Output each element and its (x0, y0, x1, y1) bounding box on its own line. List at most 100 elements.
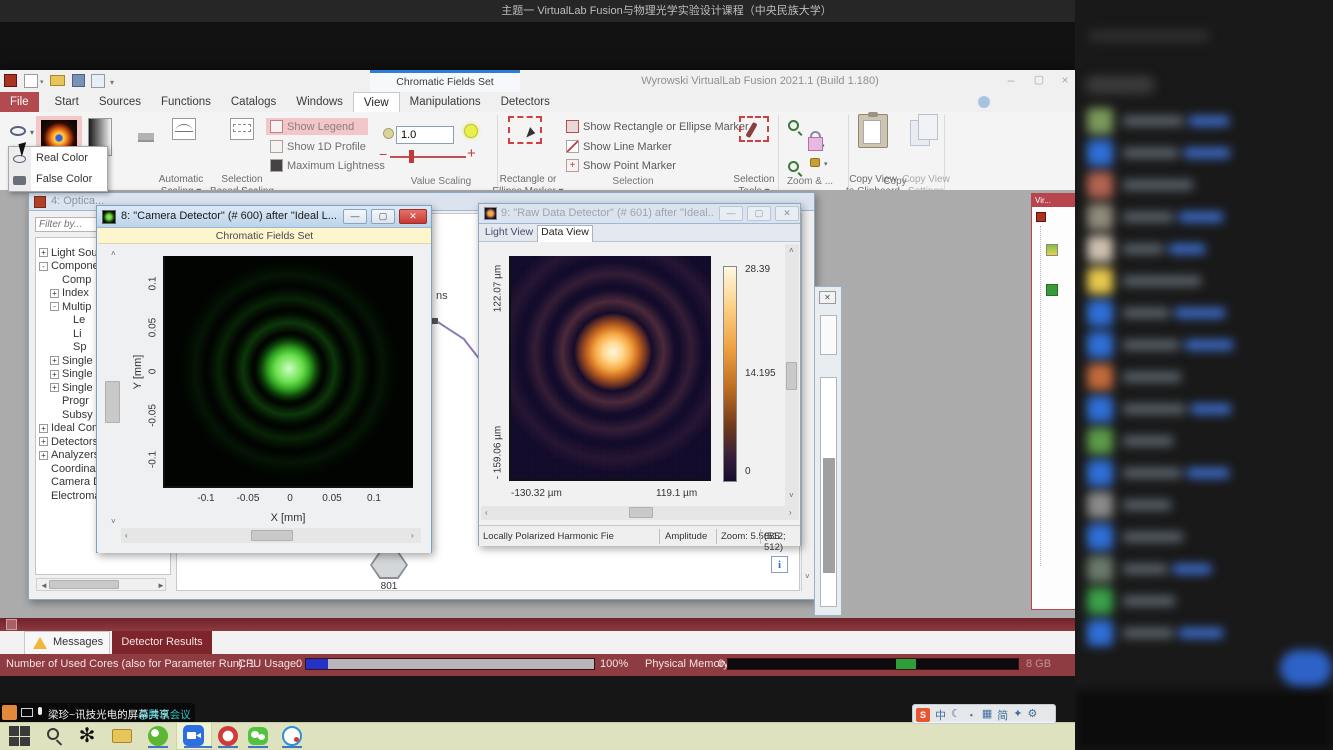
brightness-slider-track[interactable] (390, 156, 466, 158)
tab-windows[interactable]: Windows (286, 92, 353, 112)
new-document-icon[interactable] (24, 74, 38, 88)
tab-detectors[interactable]: Detectors (491, 92, 560, 112)
customize-toolbar-icon[interactable]: ▾ (110, 78, 114, 87)
qq-icon[interactable] (282, 725, 304, 747)
participant-row[interactable] (1075, 236, 1333, 264)
info-icon[interactable]: i (771, 556, 788, 573)
tree-horizontal-scrollbar[interactable]: ◄ ► (36, 578, 166, 591)
contextual-tab[interactable]: Chromatic Fields Set (370, 70, 520, 92)
copy-view-settings-icon[interactable] (910, 114, 940, 148)
ime-glyph[interactable]: ☾ (951, 707, 961, 723)
tab-sources[interactable]: Sources (89, 92, 151, 112)
tree-expander[interactable]: + (39, 424, 48, 433)
raw-detector-titlebar[interactable]: 9: "Raw Data Detector" (# 601) after "Id… (479, 204, 800, 224)
menu-item-real-color[interactable]: Real Color (36, 152, 88, 164)
share-link[interactable]: @腾讯会议 (138, 707, 191, 722)
brightness-plus[interactable]: + (467, 145, 476, 162)
scroll-right-icon[interactable]: › (411, 532, 414, 540)
tab-file[interactable]: File (0, 92, 39, 112)
tree-expander[interactable]: - (50, 302, 59, 311)
histogram-icon[interactable] (138, 128, 154, 142)
participant-row[interactable] (1075, 492, 1333, 520)
horizontal-scrollbar[interactable]: ‹ › (121, 528, 421, 543)
tab-data-view[interactable]: Data View (537, 225, 593, 242)
scroll-up-icon[interactable]: ˄ (111, 250, 116, 258)
red-app-icon[interactable] (218, 725, 240, 747)
rectangle-ellipse-marker-icon[interactable] (508, 116, 542, 144)
scroll-up-icon[interactable]: ˄ (789, 247, 794, 255)
scrollbar-thumb[interactable] (629, 507, 653, 518)
selection-based-scaling-icon[interactable] (230, 118, 254, 140)
start-button[interactable] (8, 725, 30, 747)
tree-expander[interactable]: - (39, 262, 48, 271)
minimize-button[interactable]: — (343, 209, 367, 224)
tab-light-view[interactable]: Light View (483, 226, 535, 242)
scroll-down-icon[interactable]: ˅ (111, 518, 116, 526)
help-icon[interactable] (978, 96, 990, 108)
restore-button[interactable]: ▢ (747, 206, 771, 221)
ime-glyph[interactable]: 中 (935, 707, 946, 723)
zoom-in-icon[interactable] (788, 120, 799, 131)
camera-plot[interactable] (163, 256, 413, 488)
tree-expander[interactable]: + (50, 383, 59, 392)
lock-zoom-dropdown-icon[interactable]: ▾ (824, 160, 828, 168)
color-mode-dropdown-icon[interactable]: ▾ (30, 128, 34, 137)
show-1d-profile-icon[interactable] (270, 140, 283, 153)
ime-glyphs[interactable]: 中☾・▦简✦⚙ (935, 707, 1037, 723)
ime-glyph[interactable]: ▦ (982, 707, 992, 723)
show-point-marker-toggle[interactable]: Show Point Marker (583, 160, 676, 172)
meeting-action-button[interactable] (1280, 650, 1332, 686)
zoom-out-icon[interactable] (788, 161, 799, 172)
panel-icon[interactable] (6, 619, 17, 630)
maximize-button[interactable]: ▢ (1028, 73, 1050, 86)
show-line-marker-toggle[interactable]: Show Line Marker (583, 141, 672, 153)
ime-glyph[interactable]: 简 (997, 707, 1008, 723)
scrollbar-thumb[interactable] (49, 580, 119, 589)
vertical-scrollbar[interactable]: ˄ ˅ (785, 244, 799, 506)
participant-row[interactable] (1075, 396, 1333, 424)
tree-expander[interactable]: + (39, 437, 48, 446)
canvas-vertical-scrollbar[interactable]: ˅ (801, 213, 814, 591)
show-rect-marker-toggle[interactable]: Show Rectangle or Ellipse Marker (583, 121, 749, 133)
sogou-icon[interactable]: S (916, 708, 930, 722)
scroll-left-icon[interactable]: ◄ (40, 582, 48, 590)
copy-view-clipboard-icon[interactable] (858, 114, 888, 148)
mini-window-titlebar[interactable]: Vir... (1032, 194, 1075, 207)
camera-detector-titlebar[interactable]: 8: "Camera Detector" (# 600) after "Idea… (97, 206, 431, 228)
raw-plot[interactable] (509, 256, 711, 481)
tab-start[interactable]: Start (45, 92, 89, 112)
participant-row[interactable] (1075, 108, 1333, 136)
browser-360-icon[interactable] (148, 725, 170, 747)
open-icon[interactable] (50, 75, 65, 86)
brightness-slider-thumb[interactable] (409, 150, 414, 163)
show-legend-icon[interactable] (270, 120, 283, 133)
search-icon[interactable] (44, 725, 66, 747)
participant-row[interactable] (1075, 300, 1333, 328)
restore-button[interactable]: ▢ (371, 209, 395, 224)
tree-expander[interactable]: + (50, 370, 59, 379)
new-dropdown-icon[interactable]: ▾ (40, 78, 44, 86)
tab-functions[interactable]: Functions (151, 92, 221, 112)
ime-bar[interactable]: S 中☾・▦简✦⚙ (912, 704, 1056, 724)
participant-row[interactable] (1075, 140, 1333, 168)
preview-icon[interactable] (808, 137, 823, 151)
tab-catalogs[interactable]: Catalogs (221, 92, 286, 112)
participant-row[interactable] (1075, 172, 1333, 200)
participant-row[interactable] (1075, 332, 1333, 360)
tab-detector-results[interactable]: Detector Results (112, 631, 212, 654)
close-button[interactable]: × (1054, 73, 1076, 87)
save-icon[interactable] (72, 74, 85, 87)
scroll-right-icon[interactable]: › (789, 509, 792, 517)
tree-expander[interactable]: + (39, 451, 48, 460)
show-point-marker-icon[interactable]: + (566, 159, 579, 172)
maximum-lightness-icon[interactable] (270, 159, 283, 172)
participant-row[interactable] (1075, 620, 1333, 648)
show-1d-profile-toggle[interactable]: Show 1D Profile (287, 141, 366, 153)
minimize-button[interactable]: – (1000, 73, 1022, 87)
minimize-button[interactable]: — (719, 206, 743, 221)
ime-glyph[interactable]: ✦ (1013, 707, 1022, 723)
scroll-right-icon[interactable]: ► (157, 582, 165, 590)
tencent-meeting-icon[interactable] (183, 725, 205, 747)
participant-row[interactable] (1075, 364, 1333, 392)
tab-messages[interactable]: Messages (24, 631, 110, 654)
